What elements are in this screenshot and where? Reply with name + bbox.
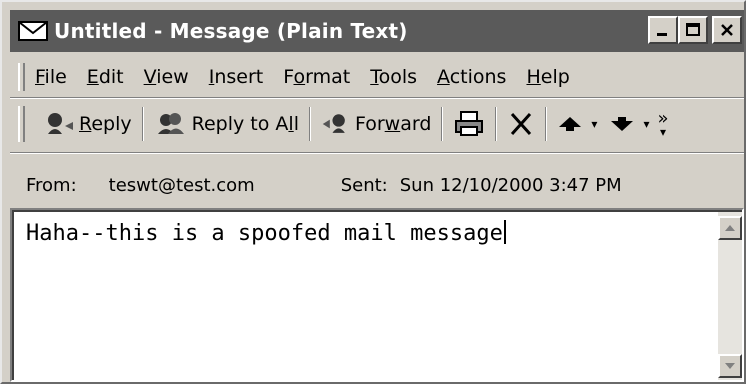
window-controls [648, 16, 742, 44]
chevron-down-icon[interactable]: ▾ [591, 117, 597, 131]
menu-help-label: elp [540, 66, 570, 88]
menu-actions-label: ctions [449, 66, 507, 88]
reply-icon [48, 113, 73, 134]
maximize-button[interactable] [678, 16, 708, 44]
envelope-icon [18, 21, 48, 41]
message-body-inner: Haha--this is a spoofed mail message [12, 210, 742, 380]
forward-button[interactable]: Forward [315, 104, 437, 144]
previous-item-button[interactable]: ▾ [551, 104, 603, 144]
toolbar-divider [545, 107, 548, 141]
menu-view[interactable]: View [144, 66, 189, 88]
sent-label: Sent: [340, 174, 388, 196]
toolbar-divider [141, 107, 144, 141]
reply-button[interactable]: Reply [35, 104, 138, 144]
menu-view-accel: V [143, 66, 157, 88]
next-item-button[interactable]: ▾ [603, 104, 655, 144]
minimize-icon [657, 33, 667, 36]
toolbar-grip[interactable] [18, 106, 25, 142]
menu-view-label: iew [156, 66, 189, 88]
menu-grip[interactable] [18, 63, 25, 91]
menu-format-label: rmat [305, 66, 351, 88]
message-body-text[interactable]: Haha--this is a spoofed mail message [26, 220, 506, 246]
menu-format-accel: o [293, 66, 306, 88]
menu-tools-accel: T [370, 66, 379, 88]
chevron-down-icon: ▾ [659, 125, 666, 139]
from-value[interactable]: teswt@test.com [109, 175, 255, 196]
vertical-scrollbar[interactable] [718, 212, 742, 380]
scroll-down-icon [725, 363, 735, 369]
reply-label: Reply [79, 113, 132, 135]
delete-button[interactable] [501, 104, 541, 144]
menu-insert-label: nsert [214, 66, 264, 88]
menu-tools[interactable]: Tools [370, 66, 417, 88]
window-title: Untitled - Message (Plain Text) [54, 19, 408, 43]
scroll-up-button[interactable] [718, 216, 742, 240]
menu-file-label: ile [44, 66, 67, 88]
reply-all-button[interactable]: Reply to All [148, 104, 305, 144]
scroll-down-button[interactable] [718, 354, 742, 378]
menu-edit-label: dit [98, 66, 124, 88]
toolbar: Reply Reply to All Forward ▾ ▾ » ▾ [10, 100, 744, 148]
toolbar-divider [308, 107, 311, 141]
next-item-icon [611, 117, 634, 131]
toolbar-divider [495, 107, 498, 141]
menu-bar: File Edit View Insert Format Tools Actio… [10, 58, 744, 96]
menu-insert[interactable]: Insert [209, 66, 264, 88]
menu-actions[interactable]: Actions [437, 66, 506, 88]
menu-edit[interactable]: Edit [87, 66, 124, 88]
text-caret [503, 220, 506, 244]
menu-format-pre: F [283, 66, 294, 88]
menu-actions-accel: A [437, 66, 450, 88]
message-body[interactable]: Haha--this is a spoofed mail message [10, 208, 744, 382]
menu-file-accel: F [35, 66, 45, 88]
minimize-button[interactable] [648, 16, 678, 44]
close-icon [721, 24, 733, 36]
menu-format[interactable]: Format [283, 66, 350, 88]
menu-toolbar-divider [10, 97, 744, 99]
reply-all-icon [157, 113, 184, 134]
chevron-down-icon[interactable]: ▾ [643, 117, 649, 131]
title-bar[interactable]: Untitled - Message (Plain Text) [10, 10, 744, 52]
toolbar-overflow-button[interactable]: » ▾ [655, 104, 670, 144]
sent-value: Sun 12/10/2000 3:47 PM [399, 174, 622, 196]
from-label: From: [26, 174, 77, 196]
print-button[interactable] [447, 104, 491, 144]
menu-help-accel: H [526, 66, 541, 88]
reply-all-label: Reply to All [191, 113, 299, 135]
message-header: From: teswt@test.com Sent: Sun 12/10/200… [10, 168, 744, 202]
message-text: Haha--this is a spoofed mail message [26, 221, 503, 246]
previous-item-icon [559, 117, 582, 131]
close-button[interactable] [712, 16, 742, 44]
print-icon [455, 111, 484, 136]
toolbar-divider [441, 107, 444, 141]
menu-edit-accel: E [86, 66, 99, 88]
maximize-icon [686, 23, 700, 36]
forward-label: Forward [354, 113, 432, 135]
forward-icon [322, 114, 345, 133]
message-window: Untitled - Message (Plain Text) File Edi… [0, 0, 746, 384]
delete-icon [511, 112, 532, 136]
scroll-up-icon [725, 225, 735, 231]
menu-help[interactable]: Help [526, 66, 569, 88]
menu-file[interactable]: File [35, 66, 67, 88]
toolbar-header-divider [10, 152, 744, 154]
menu-tools-label: ools [378, 66, 418, 88]
